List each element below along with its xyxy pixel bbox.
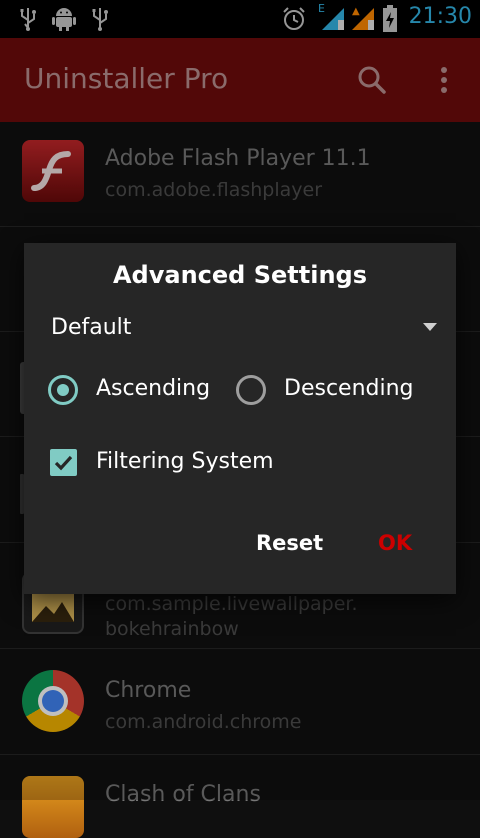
filtering-system-checkbox[interactable]: Filtering System: [50, 448, 350, 482]
sort-spinner-value: Default: [51, 315, 132, 340]
sort-spinner[interactable]: Default: [51, 313, 437, 345]
reset-button[interactable]: Reset: [256, 531, 323, 555]
advanced-settings-dialog: Advanced Settings Default Ascending Desc…: [24, 243, 456, 594]
ok-button[interactable]: OK: [378, 531, 412, 555]
radio-checked-icon: [48, 375, 78, 405]
checkbox-checked-icon: [50, 449, 77, 476]
dropdown-arrow-icon: [423, 323, 437, 331]
dialog-title: Advanced Settings: [112, 261, 367, 289]
radio-descending[interactable]: Descending: [236, 373, 436, 409]
radio-label: Descending: [284, 376, 414, 401]
checkbox-label: Filtering System: [96, 449, 274, 474]
radio-label: Ascending: [96, 376, 211, 401]
radio-unchecked-icon: [236, 375, 266, 405]
radio-ascending[interactable]: Ascending: [48, 373, 228, 409]
